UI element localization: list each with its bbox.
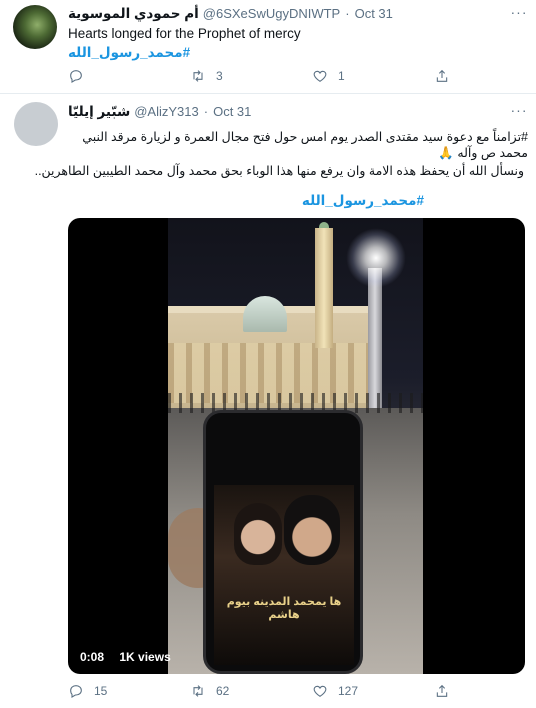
portrait-left (234, 503, 282, 565)
user-handle[interactable]: @6SXeSwUgyDNIWTP (203, 6, 340, 21)
retweet-icon (193, 70, 203, 82)
minaret (315, 228, 333, 348)
more-dots-icon[interactable]: ··· (510, 103, 528, 122)
like-button[interactable]: 127 (312, 683, 434, 699)
avatar[interactable] (13, 5, 57, 49)
tweet-header: شبّير إيليّا @AlizY313 · Oct 31 (68, 104, 251, 120)
separator-dot: · (345, 6, 350, 21)
mosque-dome (243, 296, 287, 332)
video-timestamp: 0:08 (80, 650, 105, 664)
tweet-text: Hearts longed for the Prophet of mercy (68, 26, 301, 41)
avatar[interactable] (14, 102, 58, 146)
retweet-icon (193, 685, 203, 697)
tweet-header: أم حمودي الموسوية @6SXeSwUgyDNIWTP · Oct… (68, 6, 393, 22)
hashtag-link[interactable]: #محمد_رسول_الله (302, 193, 424, 209)
like-button[interactable]: 1 (312, 68, 434, 84)
more-dots-icon[interactable]: ··· (510, 5, 528, 24)
reply-bubble-icon (70, 70, 82, 83)
reply-bubble-icon (70, 685, 82, 698)
share-upload-icon (436, 69, 448, 82)
reply-button[interactable]: 15 (68, 683, 190, 699)
like-count: 1 (338, 69, 345, 83)
heart-icon (313, 70, 327, 82)
separator-dot: · (203, 104, 209, 119)
phone-screen: ها يمحمد المدينه بيوم هاشم (214, 485, 354, 665)
video-info: 0:08 1K views (80, 650, 171, 664)
video-player[interactable]: ها يمحمد المدينه بيوم هاشم 0:08 1K views (68, 218, 525, 674)
tweet-2[interactable]: شبّير إيليّا @AlizY313 · Oct 31 ··· #تزا… (0, 95, 536, 708)
portrait-right (284, 495, 340, 565)
retweet-count: 3 (216, 69, 223, 83)
floodlight (346, 228, 406, 288)
video-views: 1K views (119, 650, 171, 664)
user-handle[interactable]: @AlizY313 (134, 104, 199, 119)
hashtag-link[interactable]: #محمد_رسول_الله (68, 45, 190, 61)
heart-icon (313, 685, 327, 697)
retweet-button[interactable]: 62 (190, 683, 312, 699)
tweet-text-line-1: #تزامناً مع دعوة سيد مقتدى الصدر يوم امس… (82, 130, 528, 160)
display-name[interactable]: شبّير إيليّا (68, 104, 130, 120)
video-frame: ها يمحمد المدينه بيوم هاشم (168, 218, 423, 674)
tweet-timestamp[interactable]: Oct 31 (213, 104, 251, 119)
display-name[interactable]: أم حمودي الموسوية (68, 6, 199, 22)
phone-in-hand: ها يمحمد المدينه بيوم هاشم (203, 410, 363, 674)
reply-count: 15 (94, 684, 108, 698)
reply-button[interactable] (68, 68, 190, 84)
like-count: 127 (338, 684, 359, 698)
tweet-timestamp[interactable]: Oct 31 (355, 6, 393, 21)
share-button[interactable] (434, 68, 464, 84)
screen-caption: ها يمحمد المدينه بيوم هاشم (226, 596, 342, 621)
tweet-actions: 3 1 (68, 68, 488, 84)
retweet-button[interactable]: 3 (190, 68, 312, 84)
tweet-text-line-2: ونسأل الله أن يحفظ هذه الامة وان يرفع من… (34, 164, 524, 178)
retweet-count: 62 (216, 684, 230, 698)
tweet-actions: 15 62 127 (68, 683, 488, 699)
share-button[interactable] (434, 683, 464, 699)
tweet-1[interactable]: أم حمودي الموسوية @6SXeSwUgyDNIWTP · Oct… (0, 0, 536, 94)
share-upload-icon (436, 684, 448, 697)
